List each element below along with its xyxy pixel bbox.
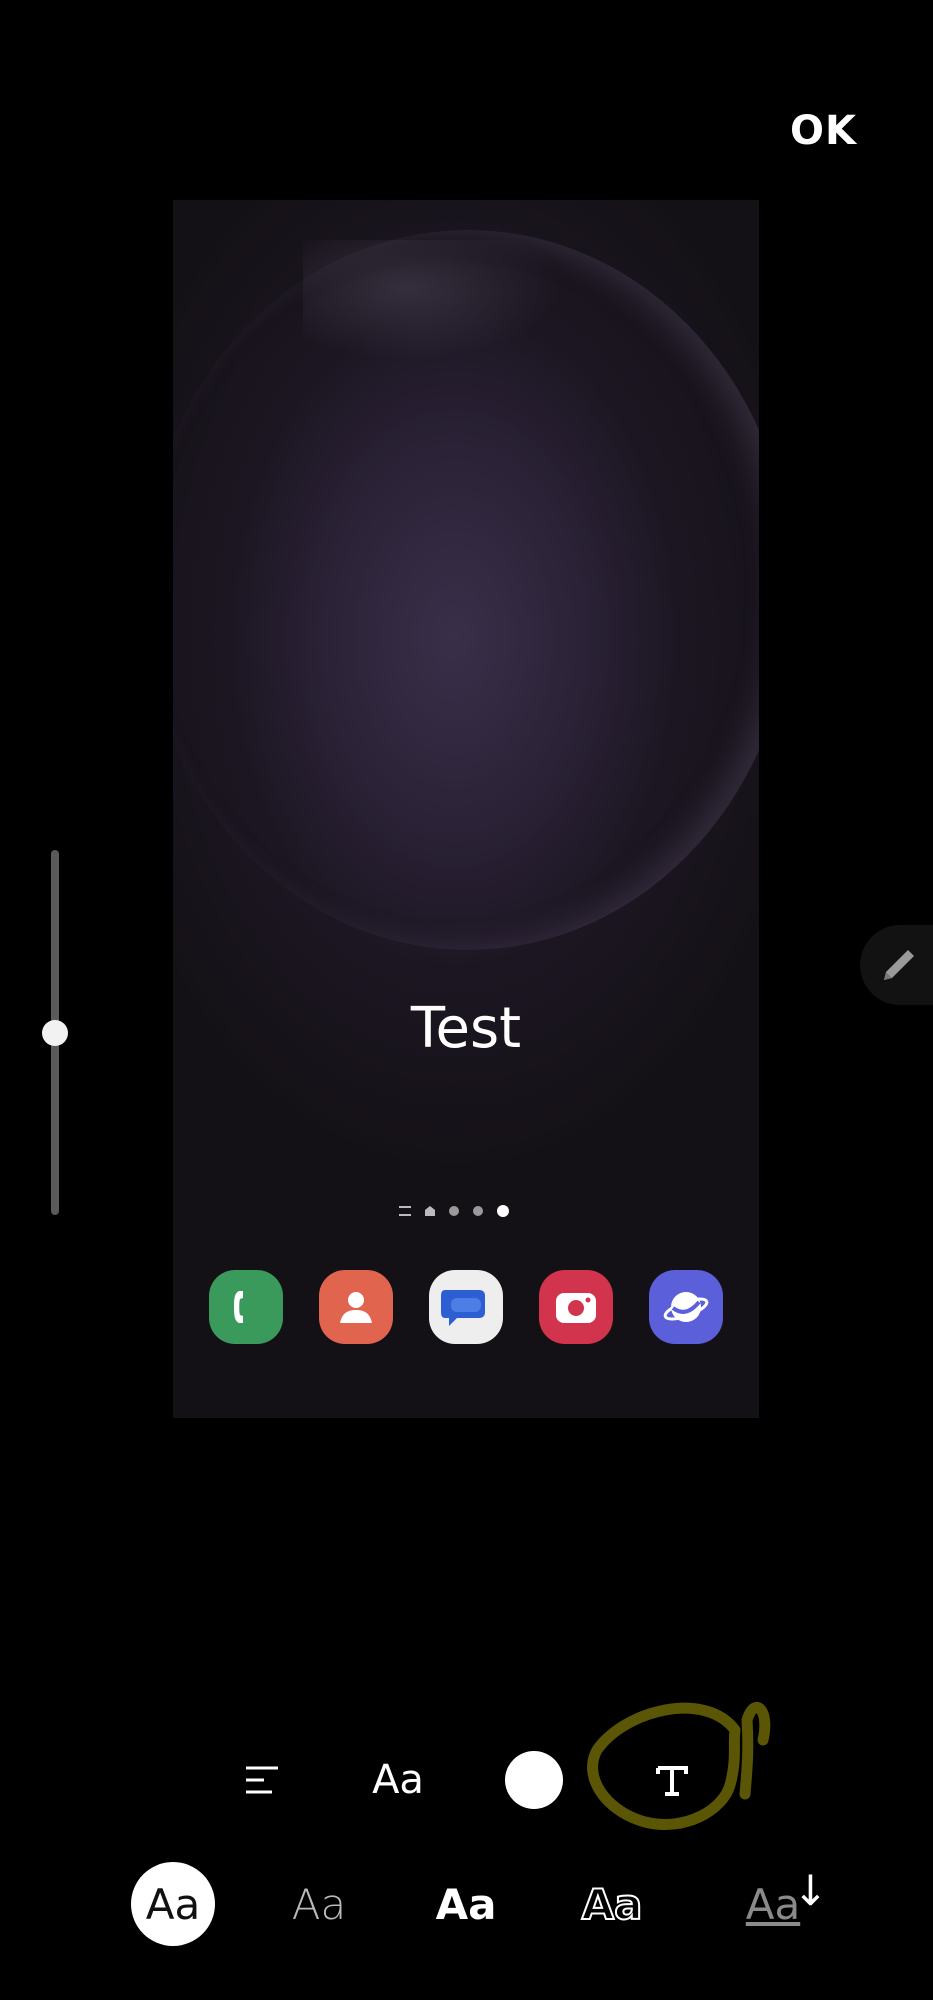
font-style-light[interactable]: Aa: [277, 1862, 361, 1946]
font-style-default[interactable]: Aa: [131, 1862, 215, 1946]
size-slider-thumb[interactable]: [42, 1020, 68, 1046]
align-button[interactable]: [230, 1740, 294, 1820]
font-style-more[interactable]: Aa ↓: [728, 1862, 828, 1946]
text-tools-row: Aa: [0, 1740, 933, 1820]
home-screen-preview: Test: [173, 200, 759, 1418]
page-dot: [473, 1206, 483, 1216]
ok-button[interactable]: OK: [790, 108, 857, 154]
align-left-icon: [246, 1766, 278, 1794]
text-color-button[interactable]: [504, 1740, 564, 1820]
menu-lines-icon: [399, 1206, 411, 1216]
text-style-icon: [656, 1766, 688, 1796]
download-arrow-icon: ↓: [792, 1866, 828, 1915]
font-size-button[interactable]: Aa: [366, 1740, 430, 1820]
page-indicator: [399, 1203, 509, 1219]
app-dock: [209, 1270, 723, 1344]
font-style-bold[interactable]: Aa: [424, 1862, 508, 1946]
edit-button[interactable]: [860, 925, 933, 1005]
internet-icon: [649, 1270, 723, 1344]
home-icon: [425, 1206, 435, 1216]
contacts-icon: [319, 1270, 393, 1344]
messages-icon: [429, 1270, 503, 1344]
color-swatch: [505, 1751, 563, 1809]
camera-icon: [539, 1270, 613, 1344]
phone-icon: [209, 1270, 283, 1344]
text-background-button[interactable]: [640, 1740, 704, 1820]
font-style-outline[interactable]: Aa: [570, 1862, 654, 1946]
pencil-icon: [884, 950, 914, 980]
page-dot-active: [497, 1205, 509, 1217]
page-dot: [449, 1206, 459, 1216]
preview-text[interactable]: Test: [173, 996, 759, 1061]
font-styles-row: Aa Aa Aa Aa Aa ↓: [0, 1862, 933, 1946]
